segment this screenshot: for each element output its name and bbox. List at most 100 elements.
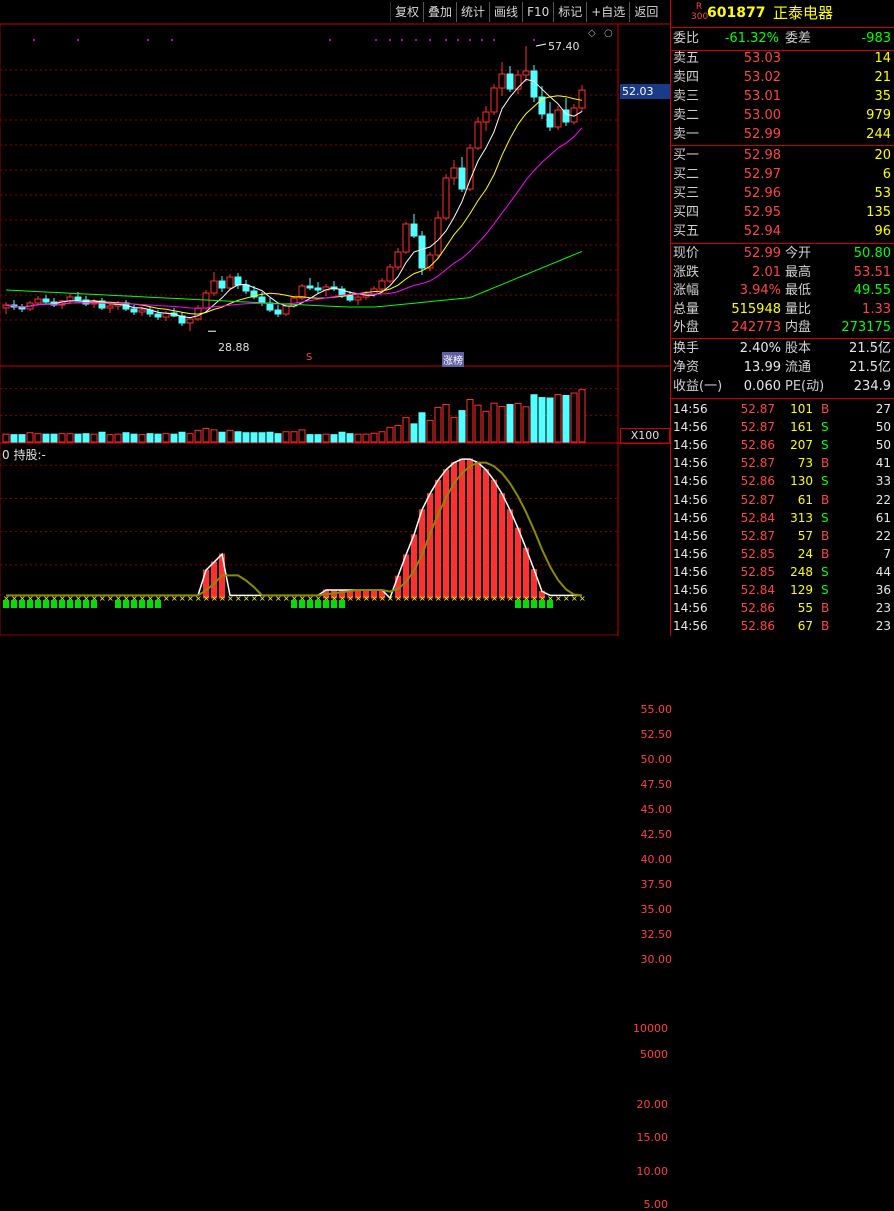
kline-chart-area[interactable]: × × × × × × × × × × × × × × × × × × × × × × × × × × × × × × × × × × × × × × × ×…	[0, 0, 672, 1211]
bid-volume: 6	[882, 167, 891, 182]
f10-button[interactable]: F10	[522, 2, 553, 22]
candle-body	[554, 109, 562, 128]
volume-bar	[138, 434, 146, 443]
indicator-bar	[443, 469, 449, 599]
ask-level-label: 卖五	[673, 51, 700, 66]
plot-frame	[0, 23, 619, 636]
quote-panel: R 300 601877 正泰电器 委比 -61.32% 委差 -983 卖五 5…	[670, 0, 894, 636]
candle-body	[218, 280, 226, 289]
candle-body	[506, 73, 514, 90]
ask-volume: 14	[874, 51, 891, 66]
candle-body	[106, 305, 114, 309]
tick-count: 44	[875, 564, 891, 579]
indicator-x-mark: ×	[227, 594, 234, 603]
tick-count: 22	[875, 528, 891, 543]
tick-time: 14:56	[673, 456, 708, 471]
tick-count: 50	[875, 420, 891, 435]
indicator-x-mark: ×	[387, 594, 394, 603]
settings-circle-icon[interactable]: ○	[604, 28, 613, 39]
stat-value: 52.99	[743, 246, 781, 261]
event-mark-top-gainer[interactable]: 涨榜	[442, 352, 464, 367]
ask-volume: 35	[874, 89, 891, 104]
indicator-green-bar	[291, 600, 297, 608]
indicator-x-mark: ×	[499, 594, 506, 603]
volume-bar	[498, 405, 506, 443]
candle-body	[314, 287, 322, 291]
add-watchlist-button[interactable]: +自选	[586, 2, 629, 22]
tick-row: 14:56 52.87 57 B 22	[671, 527, 894, 545]
candle-body	[186, 318, 194, 324]
tick-time: 14:56	[673, 619, 708, 634]
volume-bar	[106, 434, 114, 443]
tick-count: 36	[875, 583, 891, 597]
fund-label: 净资	[673, 360, 700, 375]
indicator-green-bar	[43, 600, 49, 608]
indicator-x-mark: ×	[435, 594, 442, 603]
volume-bar	[458, 410, 466, 443]
stat-label: 最低	[785, 283, 812, 298]
stat-row: 外盘 242773 内盘 273175	[671, 319, 894, 337]
tick-volume: 57	[797, 528, 813, 543]
stat-row: 现价 52.99 今开 50.80	[671, 245, 894, 263]
tick-volume: 129	[790, 583, 813, 597]
candle-body	[154, 313, 162, 318]
volume-bar	[370, 432, 378, 443]
price-axis-tick: 30.00	[640, 953, 673, 966]
bid-level-label: 买四	[673, 205, 700, 220]
draw-line-button[interactable]: 画线	[489, 2, 522, 22]
bid-level-label: 买一	[673, 148, 700, 163]
volume-bar	[402, 417, 410, 443]
volume-bar	[330, 434, 338, 443]
mark-button[interactable]: 标记	[553, 2, 586, 22]
volume-bar	[522, 406, 530, 443]
tick-volume: 24	[797, 546, 813, 561]
indicator-green-bar	[331, 600, 337, 608]
statistics-button[interactable]: 统计	[456, 2, 489, 22]
indicator-x-mark: ×	[395, 594, 402, 603]
volume-bar	[258, 432, 266, 443]
indicator-title: 0 持股:-	[2, 448, 46, 462]
fund-label: 收益(一)	[673, 379, 723, 394]
stat-label: 最高	[785, 264, 812, 280]
indicator-x-mark: ×	[443, 594, 450, 603]
tick-row: 14:56 52.86 130 S 33	[671, 472, 894, 490]
fund-row: 收益(一) 0.060 PE(动) 234.9	[671, 378, 894, 396]
volume-bar	[434, 406, 442, 443]
volume-bar	[386, 426, 394, 443]
indicator-green-bar	[339, 600, 345, 608]
candle-body	[234, 276, 242, 286]
volume-bar	[554, 394, 562, 443]
back-button[interactable]: 返回	[629, 2, 662, 22]
fuquan-button[interactable]: 复权	[390, 2, 423, 22]
indicator-bar	[459, 458, 465, 599]
volume-bar	[418, 412, 426, 443]
bid-level-label: 买五	[673, 224, 700, 239]
fund-value: 21.5亿	[849, 341, 891, 356]
indicator-green-bar	[323, 600, 329, 608]
candle-body	[34, 298, 42, 304]
tick-volume: 73	[797, 456, 813, 471]
indicator-green-bar	[27, 600, 33, 608]
candle-body	[578, 89, 586, 109]
chart-canvas[interactable]: × × × × × × × × × × × × × × × × × × × × × × × × × × × × × × × × × × × × × × × ×…	[0, 0, 670, 636]
stat-label: 内盘	[785, 320, 812, 335]
volume-bar	[354, 433, 362, 443]
volume-bar	[58, 433, 66, 443]
volume-bar	[562, 394, 570, 443]
fund-row: 换手 2.40% 股本 21.5亿	[671, 340, 894, 358]
price-axis-tick: 42.50	[640, 828, 673, 841]
indicator-x-mark: ×	[411, 594, 418, 603]
indicator-x-mark: ×	[579, 594, 586, 603]
indicator-x-mark: ×	[99, 594, 106, 603]
ask-price: 53.03	[743, 51, 781, 66]
event-dot	[375, 39, 377, 41]
event-dot	[401, 39, 403, 41]
candle-body	[418, 235, 426, 269]
event-mark-s[interactable]: S	[306, 352, 312, 363]
overlay-button[interactable]: 叠加	[423, 2, 456, 22]
indicator-x-mark: ×	[459, 594, 466, 603]
candle-body	[138, 309, 146, 313]
volume-bar	[490, 402, 498, 443]
event-dot	[33, 39, 35, 41]
volume-bar	[218, 431, 226, 443]
